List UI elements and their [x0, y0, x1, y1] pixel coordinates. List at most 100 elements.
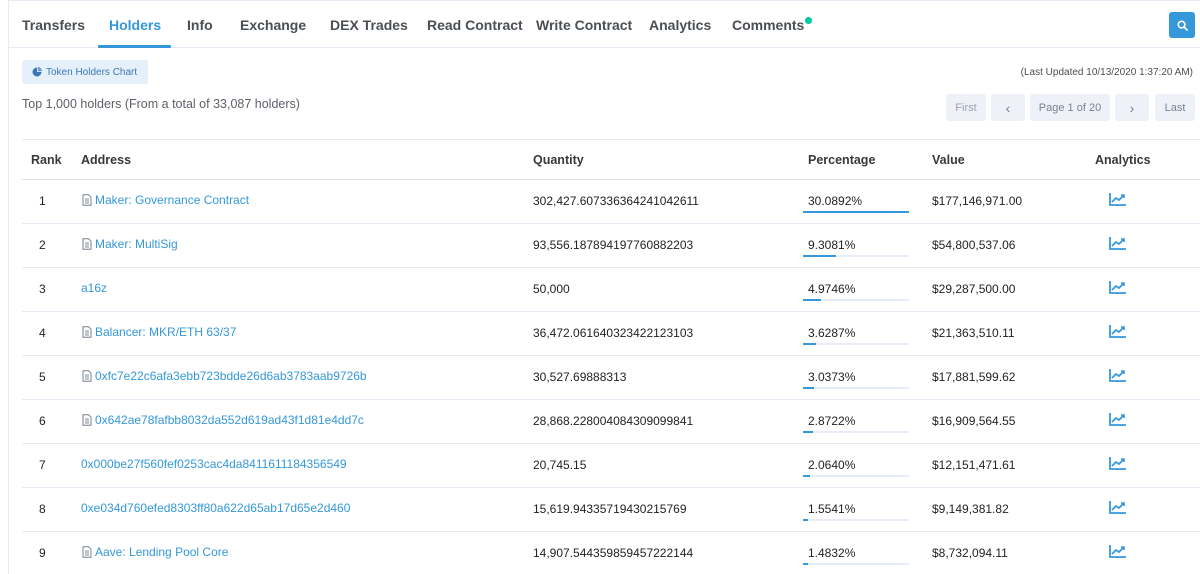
percentage-bar — [803, 255, 909, 257]
percentage-cell: 1.4832% — [808, 546, 856, 560]
tab-bar: Transfers Holders Info Exchange DEX Trad… — [9, 1, 1200, 48]
address-link[interactable]: 0xfc7e22c6afa3ebb723bdde26d6ab3783aab972… — [81, 369, 367, 383]
address-text: Maker: MultiSig — [95, 237, 178, 251]
percentage-bar — [803, 563, 909, 565]
line-chart-icon[interactable] — [1109, 280, 1127, 294]
percentage-bar-fill — [803, 299, 821, 301]
address-link[interactable]: a16z — [81, 281, 107, 295]
token-holders-chart-label: Token Holders Chart — [46, 66, 138, 78]
address-link[interactable]: Maker: MultiSig — [81, 237, 178, 251]
percentage-bar — [803, 475, 909, 477]
quantity-cell: 15,619.94335719430215769 — [533, 502, 687, 516]
line-chart-icon[interactable] — [1109, 500, 1127, 514]
table-row: 6 0x642ae78fafbb8032da552d619ad43f1d81e4d… — [22, 400, 1200, 444]
table-header: Rank Address Quantity Percentage Value A… — [22, 140, 1200, 180]
pagination-last[interactable]: Last — [1155, 94, 1195, 121]
holders-table: Rank Address Quantity Percentage Value A… — [22, 139, 1200, 565]
line-chart-icon[interactable] — [1109, 456, 1127, 470]
pagination-next[interactable]: › — [1115, 94, 1149, 121]
address-text: 0x000be27f560fef0253cac4da84116111843565… — [81, 457, 347, 471]
tab-exchange[interactable]: Exchange — [240, 17, 306, 33]
pagination-first[interactable]: First — [946, 94, 986, 121]
percentage-cell: 9.3081% — [808, 238, 856, 252]
rank-cell: 5 — [39, 370, 46, 384]
pie-chart-icon — [32, 67, 42, 77]
document-icon — [82, 238, 92, 250]
address-text: a16z — [81, 281, 108, 295]
percentage-bar-fill — [803, 343, 816, 345]
pagination-page-info: Page 1 of 20 — [1030, 94, 1110, 121]
line-chart-icon[interactable] — [1109, 192, 1127, 206]
address-link[interactable]: Aave: Lending Pool Core — [81, 545, 228, 559]
search-icon — [1176, 19, 1188, 31]
tab-comments[interactable]: Comments — [732, 17, 804, 33]
address-text: Balancer: MKR/ETH 63/37 — [95, 325, 237, 339]
address-text: 0xe034d760efed8303ff80a622d65ab17d65e2d4… — [81, 501, 351, 515]
value-cell: $16,909,564.55 — [932, 414, 1016, 428]
value-cell: $21,363,510.11 — [932, 326, 1015, 340]
value-cell: $17,881,599.62 — [932, 370, 1016, 384]
tab-holders[interactable]: Holders — [109, 17, 161, 33]
line-chart-icon[interactable] — [1109, 368, 1127, 382]
percentage-bar-fill — [803, 211, 909, 213]
rank-cell: 6 — [39, 414, 46, 428]
tab-transfers[interactable]: Transfers — [22, 17, 85, 33]
address-text: 0x642ae78fafbb8032da552d619ad43f1d81e4dd… — [95, 413, 364, 427]
header-rank: Rank — [31, 153, 62, 167]
address-text: Aave: Lending Pool Core — [95, 545, 229, 559]
active-tab-underline — [98, 45, 171, 48]
quantity-cell: 93,556.187894197760882203 — [533, 238, 694, 252]
rank-cell: 8 — [39, 502, 46, 516]
table-row: 3 a16z 50,000 4.9746% $29,287,500.00 — [22, 268, 1200, 312]
percentage-bar-fill — [803, 431, 814, 433]
percentage-cell: 1.5541% — [808, 502, 856, 516]
percentage-bar — [803, 431, 909, 433]
percentage-bar — [803, 519, 909, 521]
pagination-prev[interactable]: ‹ — [991, 94, 1025, 121]
document-icon — [82, 546, 92, 558]
address-link[interactable]: 0x000be27f560fef0253cac4da84116111843565… — [81, 457, 347, 471]
tab-info[interactable]: Info — [187, 17, 213, 33]
percentage-bar — [803, 299, 909, 301]
header-address: Address — [81, 153, 132, 167]
header-percentage: Percentage — [808, 153, 876, 167]
document-icon — [82, 370, 92, 382]
percentage-bar — [803, 343, 909, 345]
line-chart-icon[interactable] — [1109, 544, 1127, 558]
tab-write-contract[interactable]: Write Contract — [536, 17, 632, 33]
address-link[interactable]: 0x642ae78fafbb8032da552d619ad43f1d81e4dd… — [81, 413, 364, 427]
percentage-cell: 2.0640% — [808, 458, 856, 472]
tab-read-contract[interactable]: Read Contract — [427, 17, 523, 33]
address-text: 0xfc7e22c6afa3ebb723bdde26d6ab3783aab972… — [95, 369, 367, 383]
line-chart-icon[interactable] — [1109, 324, 1127, 338]
address-link[interactable]: Balancer: MKR/ETH 63/37 — [81, 325, 236, 339]
holders-summary: Top 1,000 holders (From a total of 33,08… — [22, 97, 300, 111]
percentage-bar-fill — [803, 563, 809, 565]
percentage-bar-fill — [803, 519, 809, 521]
document-icon — [82, 414, 92, 426]
line-chart-icon[interactable] — [1109, 236, 1127, 250]
line-chart-icon[interactable] — [1109, 412, 1127, 426]
token-holders-chart-button[interactable]: Token Holders Chart — [22, 60, 149, 84]
rank-cell: 3 — [39, 282, 46, 296]
tab-dex-trades[interactable]: DEX Trades — [330, 17, 408, 33]
quantity-cell: 28,868.228004084309099841 — [533, 414, 694, 428]
percentage-bar-fill — [803, 387, 814, 389]
address-text: Maker: Governance Contract — [95, 193, 250, 207]
percentage-cell: 30.0892% — [808, 194, 863, 208]
rank-cell: 2 — [39, 238, 46, 252]
rank-cell: 1 — [39, 194, 46, 208]
header-quantity: Quantity — [533, 153, 584, 167]
address-link[interactable]: 0xe034d760efed8303ff80a622d65ab17d65e2d4… — [81, 501, 350, 515]
percentage-cell: 3.6287% — [808, 326, 856, 340]
search-button[interactable] — [1169, 12, 1195, 38]
address-link[interactable]: Maker: Governance Contract — [81, 193, 249, 207]
tab-analytics[interactable]: Analytics — [649, 17, 711, 33]
value-cell: $29,287,500.00 — [932, 282, 1016, 296]
header-value: Value — [932, 153, 965, 167]
table-row: 7 0x000be27f560fef0253cac4da8411611184356… — [22, 444, 1200, 488]
rank-cell: 9 — [39, 546, 46, 560]
quantity-cell: 30,527.69888313 — [533, 370, 627, 384]
value-cell: $177,146,971.00 — [932, 194, 1023, 208]
table-row: 9 Aave: Lending Pool Core 14,907.544359859… — [22, 532, 1200, 574]
